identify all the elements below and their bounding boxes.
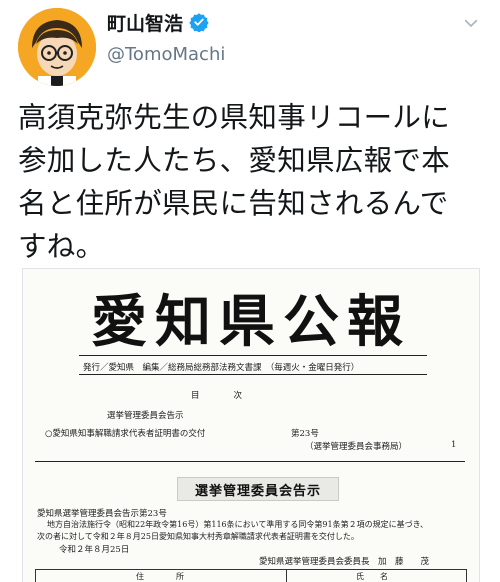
toc-rule bbox=[35, 461, 465, 462]
toc-item: ○愛知県知事解職請求代表者証明書の交付 bbox=[45, 429, 206, 439]
verified-badge-icon bbox=[189, 13, 209, 32]
tweet-text: 高須克弥先生の県知事リコールに 参加した人たち、愛知県広報で本 名と住所が県民に… bbox=[18, 101, 451, 263]
title-rule bbox=[79, 355, 427, 356]
toc-issuer: （選挙管理委員会事務局） bbox=[305, 442, 408, 452]
attached-image[interactable]: 愛知県公報 発行／愛知県 編集／総務局総務部法務文書課 （毎週火・金曜日発行） … bbox=[22, 268, 480, 582]
names-table: 住 所 氏 名 bbox=[35, 569, 467, 582]
notice-body-line-1: 地方自治法施行令（昭和22年政令第16号）第116条において準用する同令第91条… bbox=[47, 520, 429, 529]
toc-number: 第23号 bbox=[291, 429, 319, 439]
user-handle[interactable]: @TomoMachi bbox=[107, 44, 225, 65]
toc-page: 1 bbox=[451, 440, 457, 450]
chevron-down-icon[interactable] bbox=[462, 14, 480, 32]
toc-section: 選挙管理委員会告示 bbox=[107, 411, 184, 421]
toc-label: 目 次 bbox=[191, 391, 243, 401]
display-name[interactable]: 町山智浩 bbox=[107, 9, 183, 36]
publisher-line: 発行／愛知県 編集／総務局総務部法務文書課 （毎週火・金曜日発行） bbox=[83, 363, 360, 373]
avatar[interactable] bbox=[18, 8, 96, 86]
table-header-name: 氏 名 bbox=[356, 572, 388, 581]
table-header-address: 住 所 bbox=[136, 572, 184, 581]
table-divider bbox=[286, 570, 287, 582]
notice-body-line-2: 次の者に対して令和２年８月25日愛知県知事大村秀章解職請求代表者証明書を交付した… bbox=[37, 532, 359, 541]
publisher-rule bbox=[79, 374, 427, 375]
avatar-illustration bbox=[18, 8, 96, 86]
notice-signatory: 愛知県選挙管理委員会委員長 加 藤 茂 bbox=[259, 557, 430, 567]
notice-date: 令和２年８月25日 bbox=[59, 545, 130, 555]
document-title: 愛知県公報 bbox=[91, 289, 411, 355]
tweet-header: 町山智浩 @TomoMachi bbox=[0, 0, 500, 90]
section-banner: 選挙管理委員会告示 bbox=[177, 477, 339, 501]
notice-number: 愛知県選挙管理委員会告示第23号 bbox=[37, 509, 167, 519]
name-row: 町山智浩 bbox=[107, 8, 209, 36]
